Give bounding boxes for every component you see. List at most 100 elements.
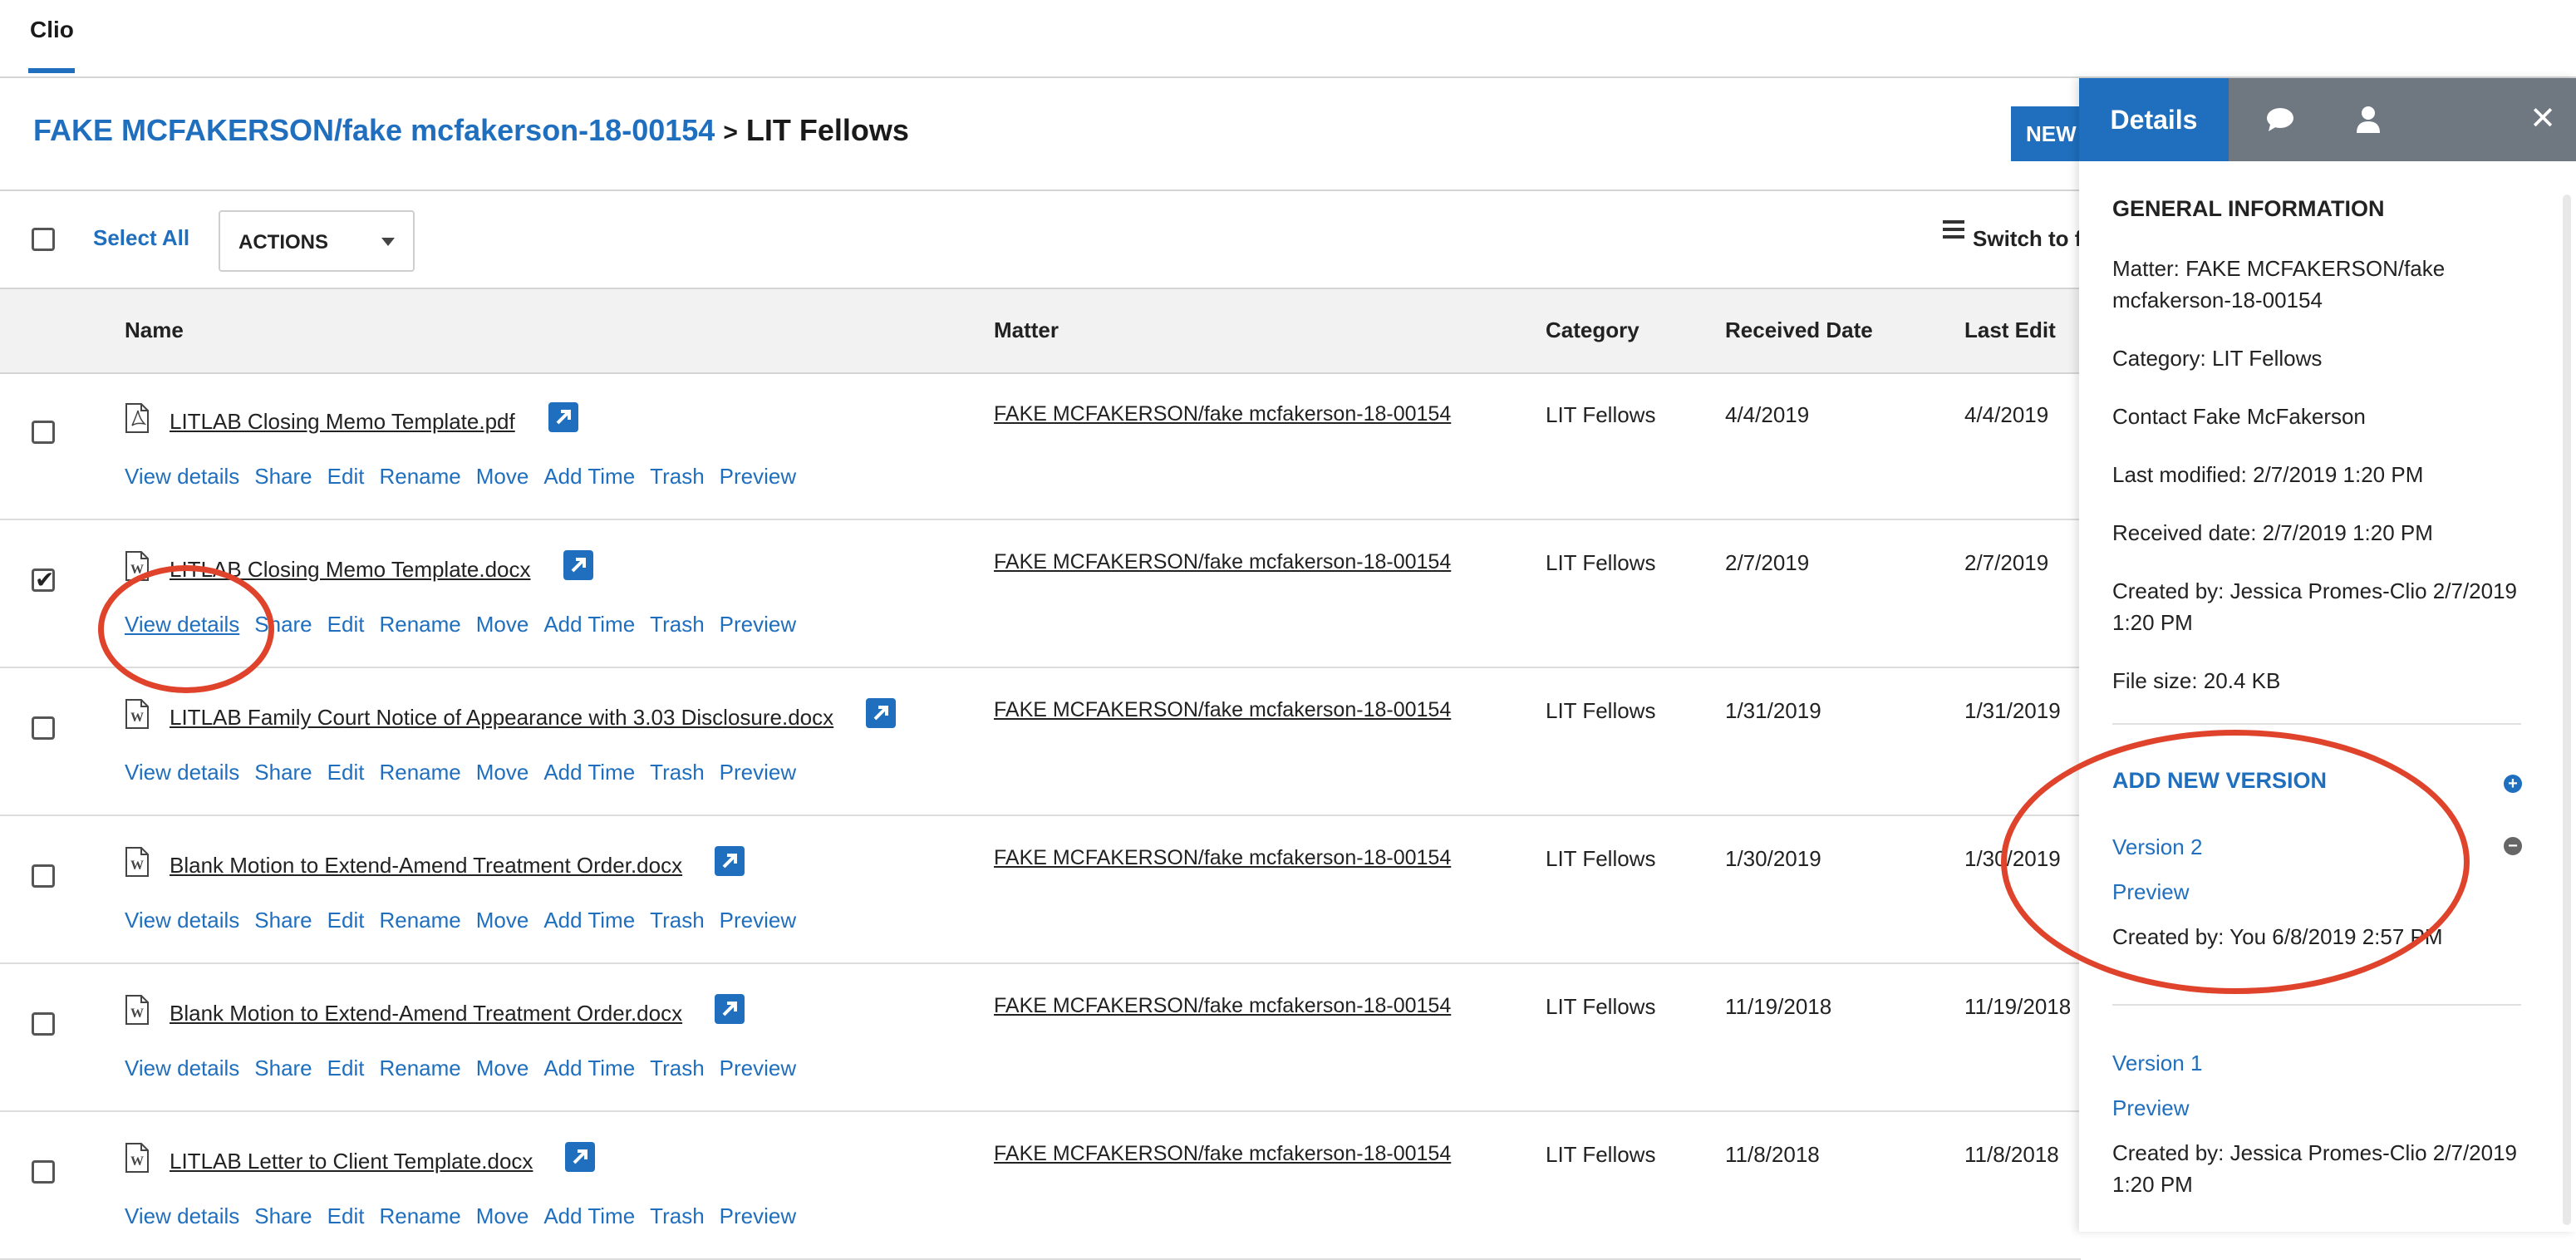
row-checkbox[interactable] [32,864,55,888]
row-action-trash[interactable]: Trash [650,612,705,637]
row-action-preview[interactable]: Preview [720,1056,796,1080]
open-external-icon[interactable] [715,994,745,1024]
select-all-link[interactable]: Select All [93,225,189,251]
row-action-move[interactable]: Move [476,1203,529,1228]
row-action-view-details[interactable]: View details [125,612,239,637]
row-action-preview[interactable]: Preview [720,464,796,489]
row-action-view-details[interactable]: View details [125,1203,239,1228]
document-name-link[interactable]: LITLAB Closing Memo Template.pdf [170,409,515,435]
row-action-move[interactable]: Move [476,908,529,933]
add-circle-icon[interactable]: + [2504,775,2522,793]
row-action-preview[interactable]: Preview [720,908,796,933]
row-action-rename[interactable]: Rename [379,908,460,933]
row-action-rename[interactable]: Rename [379,1203,460,1228]
row-action-rename[interactable]: Rename [379,760,460,785]
last-edit-cell: 11/19/2018 [1964,994,2072,1019]
row-action-trash[interactable]: Trash [650,1203,705,1228]
matter-link[interactable]: FAKE MCFAKERSON/fake mcfakerson-18-00154 [994,1142,1451,1166]
row-action-edit[interactable]: Edit [327,464,365,489]
row-action-add-time[interactable]: Add Time [543,612,635,637]
document-name-link[interactable]: Blank Motion to Extend-Amend Treatment O… [170,1001,682,1026]
row-action-preview[interactable]: Preview [720,612,796,637]
row-action-view-details[interactable]: View details [125,1056,239,1080]
row-action-add-time[interactable]: Add Time [543,464,635,489]
version-2-created-by: Created by: You 6/8/2019 2:57 PM [2112,924,2443,949]
row-action-trash[interactable]: Trash [650,1056,705,1080]
row-action-move[interactable]: Move [476,760,529,785]
row-action-preview[interactable]: Preview [720,1203,796,1228]
row-action-edit[interactable]: Edit [327,612,365,637]
document-name-link[interactable]: LITLAB Family Court Notice of Appearance… [170,705,833,731]
row-action-share[interactable]: Share [254,760,312,785]
select-all-checkbox[interactable] [32,228,55,251]
panel-scrollbar[interactable] [2563,194,2571,1225]
row-checkbox[interactable] [32,1160,55,1184]
collapse-circle-icon[interactable]: − [2504,837,2522,855]
document-name-link[interactable]: LITLAB Closing Memo Template.docx [170,557,531,583]
detail-matter: Matter: FAKE MCFAKERSON/fake mcfakerson-… [2112,256,2446,313]
breadcrumb-matter-link[interactable]: FAKE MCFAKERSON/fake mcfakerson-18-00154 [33,113,715,147]
column-header-category[interactable]: Category [1546,317,1639,343]
row-action-move[interactable]: Move [476,464,529,489]
row-checkbox[interactable] [32,716,55,740]
matter-link[interactable]: FAKE MCFAKERSON/fake mcfakerson-18-00154 [994,550,1451,574]
document-name-link[interactable]: LITLAB Letter to Client Template.docx [170,1149,533,1174]
open-external-icon[interactable] [548,402,578,432]
row-action-edit[interactable]: Edit [327,1056,365,1080]
row-action-move[interactable]: Move [476,612,529,637]
row-action-edit[interactable]: Edit [327,760,365,785]
open-external-icon[interactable] [565,1142,595,1172]
row-action-share[interactable]: Share [254,908,312,933]
matter-link[interactable]: FAKE MCFAKERSON/fake mcfakerson-18-00154 [994,698,1451,722]
person-icon[interactable] [2352,103,2385,136]
matter-link[interactable]: FAKE MCFAKERSON/fake mcfakerson-18-00154 [994,402,1451,426]
row-action-trash[interactable]: Trash [650,908,705,933]
column-header-name[interactable]: Name [125,317,184,343]
row-action-edit[interactable]: Edit [327,908,365,933]
switch-view-button[interactable]: Switch to f [1943,219,2082,252]
version-1-preview-link[interactable]: Preview [2112,1092,2536,1124]
row-checkbox[interactable] [32,421,55,444]
row-action-rename[interactable]: Rename [379,1056,460,1080]
row-checkbox[interactable] [32,566,55,593]
row-action-add-time[interactable]: Add Time [543,1056,635,1080]
version-1-link[interactable]: Version 1 [2112,1047,2536,1079]
open-external-icon[interactable] [715,846,745,876]
open-external-icon[interactable] [563,550,593,580]
row-action-view-details[interactable]: View details [125,908,239,933]
matter-link[interactable]: FAKE MCFAKERSON/fake mcfakerson-18-00154 [994,994,1451,1018]
comment-icon[interactable] [2264,103,2297,136]
app-tab-clio[interactable]: Clio [30,17,74,43]
row-action-rename[interactable]: Rename [379,612,460,637]
row-action-preview[interactable]: Preview [720,760,796,785]
version-2-link[interactable]: Version 2 [2112,831,2536,863]
row-action-share[interactable]: Share [254,612,312,637]
open-external-icon[interactable] [866,698,896,728]
actions-dropdown[interactable]: ACTIONS [219,210,415,272]
list-icon [1943,216,1964,243]
row-action-move[interactable]: Move [476,1056,529,1080]
row-action-rename[interactable]: Rename [379,464,460,489]
close-icon[interactable]: ✕ [2529,100,2556,137]
row-action-add-time[interactable]: Add Time [543,1203,635,1228]
document-name-link[interactable]: Blank Motion to Extend-Amend Treatment O… [170,853,682,879]
row-action-share[interactable]: Share [254,1056,312,1080]
row-action-edit[interactable]: Edit [327,1203,365,1228]
matter-link[interactable]: FAKE MCFAKERSON/fake mcfakerson-18-00154 [994,846,1451,870]
tab-details[interactable]: Details [2079,78,2229,161]
add-new-version-link[interactable]: ADD NEW VERSION [2112,768,2327,794]
row-checkbox[interactable] [32,1012,55,1036]
row-action-view-details[interactable]: View details [125,760,239,785]
received-date-cell: 11/8/2018 [1725,1142,1820,1167]
row-action-add-time[interactable]: Add Time [543,908,635,933]
column-header-received-date[interactable]: Received Date [1725,317,1873,343]
row-action-add-time[interactable]: Add Time [543,760,635,785]
version-2-preview-link[interactable]: Preview [2112,876,2536,908]
row-action-trash[interactable]: Trash [650,464,705,489]
row-action-share[interactable]: Share [254,1203,312,1228]
column-header-matter[interactable]: Matter [994,317,1059,343]
column-header-last-edit[interactable]: Last Edit [1964,317,2056,343]
row-action-trash[interactable]: Trash [650,760,705,785]
row-action-share[interactable]: Share [254,464,312,489]
row-action-view-details[interactable]: View details [125,464,239,489]
